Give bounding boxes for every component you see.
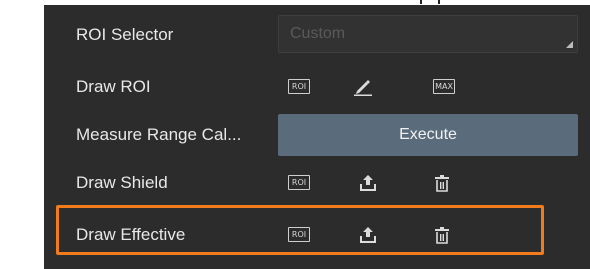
execute-button[interactable]: Execute [278, 114, 578, 156]
roi-selector-dropdown[interactable]: Custom [278, 15, 578, 53]
row-measure-range: Measure Range Cal... Execute [44, 109, 590, 161]
upload-icon[interactable] [357, 173, 379, 193]
parameter-panel: ROI Selector Custom Draw ROI ROI MAX Mea… [44, 5, 590, 269]
draw-roi-label: Draw ROI [76, 77, 151, 96]
roi-icon[interactable]: ROI [288, 227, 310, 242]
draw-effective-label: Draw Effective [76, 225, 186, 244]
roi-selector-label: ROI Selector [76, 25, 174, 44]
row-draw-roi: Draw ROI ROI MAX [44, 61, 590, 113]
max-icon[interactable]: MAX [433, 79, 455, 94]
roi-icon[interactable]: ROI [288, 175, 310, 190]
row-draw-effective: Draw Effective ROI [44, 209, 590, 261]
text-cut-decoration [420, 0, 440, 4]
draw-shield-label: Draw Shield [76, 173, 168, 192]
row-draw-shield: Draw Shield ROI [44, 157, 590, 209]
upload-icon[interactable] [357, 225, 379, 245]
pencil-icon[interactable] [352, 77, 374, 97]
roi-selector-value: Custom [290, 25, 346, 42]
dropdown-corner-icon [566, 41, 573, 48]
roi-icon[interactable]: ROI [288, 79, 310, 94]
trash-icon[interactable] [431, 225, 453, 245]
measure-range-label: Measure Range Cal... [76, 125, 242, 144]
row-roi-selector: ROI Selector Custom [44, 9, 590, 61]
trash-icon[interactable] [431, 173, 453, 193]
